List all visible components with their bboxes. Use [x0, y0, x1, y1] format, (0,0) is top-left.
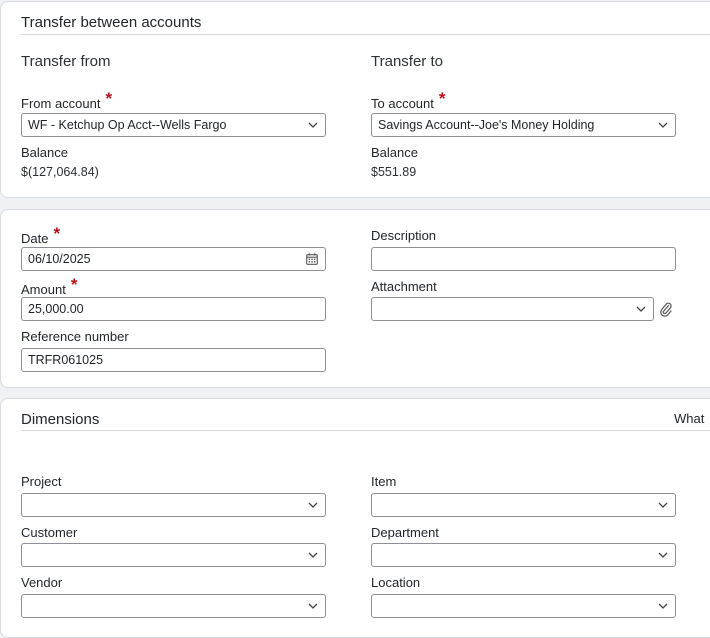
location-label: Location: [371, 575, 421, 590]
location-select[interactable]: [371, 594, 676, 618]
from-balance-label: Balance: [21, 145, 68, 160]
to-balance-label: Balance: [371, 145, 418, 160]
department-select[interactable]: [371, 543, 676, 567]
customer-label: Customer: [21, 525, 78, 540]
amount-input[interactable]: 25,000.00: [21, 297, 326, 321]
section-divider: [21, 34, 710, 35]
date-label: Date *: [21, 224, 61, 246]
paperclip-icon[interactable]: [658, 300, 674, 318]
chevron-down-icon[interactable]: [651, 544, 675, 566]
reference-number-label: Reference number: [21, 329, 129, 344]
amount-value: 25,000.00: [28, 302, 84, 316]
calendar-icon[interactable]: [299, 248, 325, 270]
from-account-value: WF - Ketchup Op Acct--Wells Fargo: [28, 118, 227, 132]
from-balance-value: $(127,064.84): [21, 165, 99, 179]
attachment-select[interactable]: [371, 297, 654, 321]
chevron-down-icon[interactable]: [651, 114, 675, 136]
project-label: Project: [21, 474, 62, 489]
to-account-value: Savings Account--Joe's Money Holding: [378, 118, 595, 132]
required-mark: *: [53, 224, 61, 243]
to-account-label: To account *: [371, 89, 446, 111]
vendor-label: Vendor: [21, 575, 63, 590]
chevron-down-icon[interactable]: [301, 544, 325, 566]
chevron-down-icon[interactable]: [301, 595, 325, 617]
required-mark: *: [438, 89, 446, 108]
reference-number-input[interactable]: TRFR061025: [21, 348, 326, 372]
reference-number-value: TRFR061025: [28, 353, 104, 367]
what-link[interactable]: What: [674, 411, 704, 426]
chevron-down-icon[interactable]: [629, 298, 653, 320]
description-input[interactable]: [371, 247, 676, 271]
from-account-select[interactable]: WF - Ketchup Op Acct--Wells Fargo: [21, 113, 326, 137]
to-account-select[interactable]: Savings Account--Joe's Money Holding: [371, 113, 676, 137]
project-select[interactable]: [21, 493, 326, 517]
item-select[interactable]: [371, 493, 676, 517]
description-label: Description: [371, 228, 437, 243]
transfer-details-card: Date * Description 06/10/2025 Amount * Att…: [0, 209, 710, 388]
section-title-transfer: Transfer between accounts: [21, 14, 202, 31]
date-input[interactable]: 06/10/2025: [21, 247, 326, 271]
from-account-label: From account *: [21, 89, 113, 111]
transfer-from-heading: Transfer from: [21, 53, 111, 70]
chevron-down-icon[interactable]: [301, 494, 325, 516]
chevron-down-icon[interactable]: [651, 595, 675, 617]
chevron-down-icon[interactable]: [301, 114, 325, 136]
required-mark: *: [105, 89, 113, 108]
section-title-dimensions: Dimensions: [21, 411, 100, 428]
dimensions-card: Dimensions What Project Item Customer De…: [0, 398, 710, 638]
to-balance-value: $551.89: [371, 165, 417, 179]
customer-select[interactable]: [21, 543, 326, 567]
transfer-accounts-card: Transfer between accounts Transfer from …: [0, 1, 710, 198]
amount-label: Amount *: [21, 275, 78, 297]
vendor-select[interactable]: [21, 594, 326, 618]
item-label: Item: [371, 474, 397, 489]
attachment-label: Attachment: [371, 279, 437, 294]
required-mark: *: [70, 275, 78, 294]
transfer-to-heading: Transfer to: [371, 53, 443, 70]
section-divider: [21, 430, 710, 431]
department-label: Department: [371, 525, 439, 540]
chevron-down-icon[interactable]: [651, 494, 675, 516]
date-value: 06/10/2025: [28, 252, 91, 266]
